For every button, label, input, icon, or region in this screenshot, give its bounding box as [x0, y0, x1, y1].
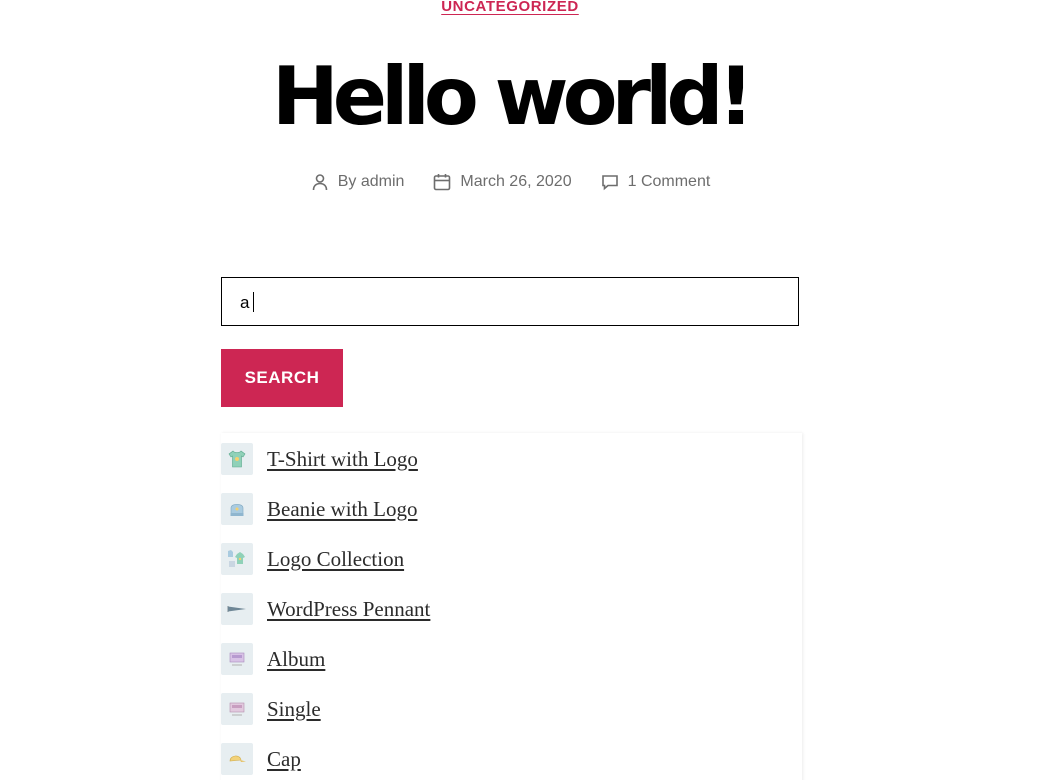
category-link[interactable]: UNCATEGORIZED	[0, 0, 1020, 15]
product-thumbnail[interactable]	[221, 743, 253, 775]
result-link[interactable]: Cap	[267, 747, 301, 772]
result-item[interactable]: Beanie with Logo	[221, 492, 417, 526]
meta-comments: 1 Comment	[600, 172, 711, 192]
result-item[interactable]: Album	[221, 642, 325, 676]
meta-date: March 26, 2020	[432, 172, 572, 192]
result-link[interactable]: Single	[267, 697, 321, 722]
person-icon	[312, 174, 328, 191]
product-thumbnail[interactable]	[221, 443, 253, 475]
search-input[interactable]: a	[221, 277, 799, 326]
product-thumbnail[interactable]	[221, 543, 253, 575]
calendar-icon	[434, 174, 451, 191]
result-item[interactable]: WordPress Pennant	[221, 592, 430, 626]
result-link[interactable]: Album	[267, 647, 325, 672]
result-item[interactable]: Logo Collection	[221, 542, 404, 576]
comment-icon	[601, 175, 618, 191]
post-meta: By admin March 26, 2020 1 Comment	[0, 172, 1020, 192]
meta-author: By admin	[310, 172, 405, 192]
product-thumbnail[interactable]	[221, 693, 253, 725]
search-input-value: a	[240, 293, 250, 312]
result-link[interactable]: WordPress Pennant	[267, 597, 430, 622]
comments-link[interactable]: 1 Comment	[628, 173, 711, 191]
single-icon	[229, 702, 245, 716]
tshirt-icon	[228, 450, 246, 468]
product-thumbnail[interactable]	[221, 493, 253, 525]
product-thumbnail[interactable]	[221, 643, 253, 675]
search-button[interactable]: SEARCH	[221, 349, 343, 407]
date-link[interactable]: March 26, 2020	[460, 173, 571, 191]
result-link[interactable]: Logo Collection	[267, 547, 404, 572]
result-item[interactable]: Single	[221, 692, 321, 726]
album-icon	[229, 652, 245, 666]
page: UNCATEGORIZED Hello world! By admin Marc…	[0, 0, 1042, 780]
result-link[interactable]: Beanie with Logo	[267, 497, 417, 522]
post-title: Hello world!	[271, 50, 754, 143]
search-results-dropdown: T-Shirt with Logo Beanie with Logo Logo …	[221, 433, 802, 780]
author-link[interactable]: By admin	[338, 173, 405, 191]
text-caret	[253, 292, 255, 312]
beanie-icon	[230, 503, 244, 516]
result-link[interactable]: T-Shirt with Logo	[267, 447, 418, 472]
result-item[interactable]: T-Shirt with Logo	[221, 442, 418, 476]
cap-icon	[229, 755, 246, 762]
collection-icon	[228, 550, 245, 567]
pennant-icon	[227, 606, 246, 612]
product-thumbnail[interactable]	[221, 593, 253, 625]
result-item[interactable]: Cap	[221, 742, 301, 776]
